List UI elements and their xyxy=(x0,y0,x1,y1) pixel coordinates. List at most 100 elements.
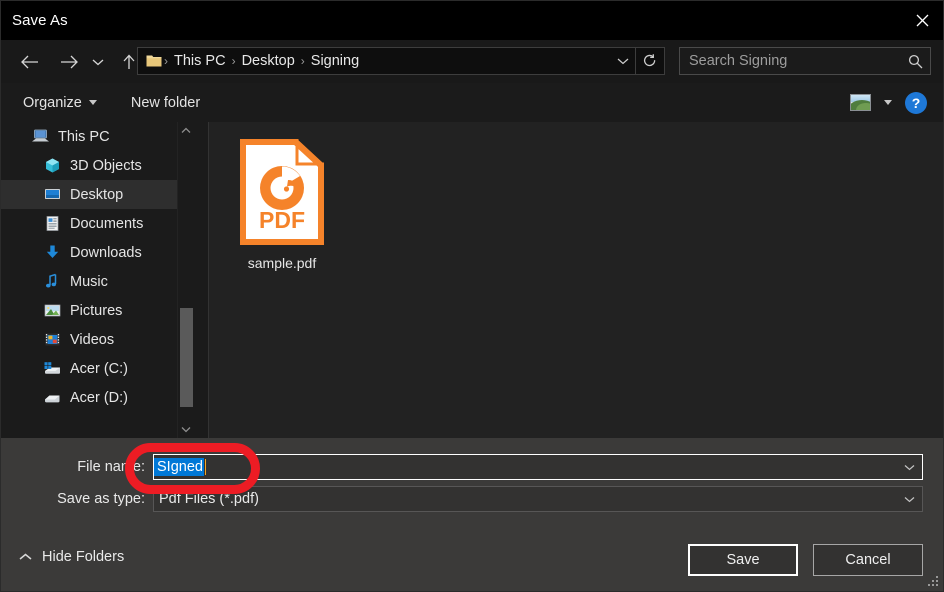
downloads-icon xyxy=(43,244,62,261)
svg-text:PDF: PDF xyxy=(259,207,305,233)
dialog-body: This PC 3D Objects Desktop Documents Dow… xyxy=(1,122,943,438)
arrow-up-icon xyxy=(123,54,135,69)
back-button[interactable] xyxy=(13,47,45,77)
sidebar-item-downloads[interactable]: Downloads xyxy=(1,238,177,267)
address-dropdown-button[interactable] xyxy=(611,48,635,74)
chevron-down-icon xyxy=(904,464,914,470)
refresh-button[interactable] xyxy=(635,48,664,74)
address-bar[interactable]: › This PC › Desktop › Signing xyxy=(137,47,665,75)
sidebar-item-pictures[interactable]: Pictures xyxy=(1,296,177,325)
sidebar-item-label: Music xyxy=(70,273,108,290)
local-disk-c-icon xyxy=(43,360,62,377)
sidebar-item-this-pc[interactable]: This PC xyxy=(1,122,177,151)
command-bar-right-group: ? xyxy=(845,83,943,122)
sidebar-item-3d-objects[interactable]: 3D Objects xyxy=(1,151,177,180)
sidebar-item-label: Acer (D:) xyxy=(70,389,128,406)
hide-folders-button[interactable]: Hide Folders xyxy=(19,549,124,565)
sidebar-item-documents[interactable]: Documents xyxy=(1,209,177,238)
file-name-label: sample.pdf xyxy=(247,255,317,271)
breadcrumb-separator: › xyxy=(231,54,236,68)
search-box[interactable] xyxy=(679,47,931,75)
scroll-up-button[interactable] xyxy=(178,122,194,139)
chevron-down-icon xyxy=(904,496,914,502)
file-name-value: SIgned xyxy=(154,458,204,476)
sidebar-item-desktop[interactable]: Desktop xyxy=(1,180,177,209)
breadcrumb-this-pc[interactable]: This PC xyxy=(170,53,230,69)
organize-button[interactable]: Organize xyxy=(14,90,106,116)
arrow-right-icon xyxy=(60,55,78,68)
chevron-down-icon xyxy=(92,59,104,65)
chevron-up-icon xyxy=(181,127,191,133)
desktop-icon xyxy=(43,186,62,203)
file-name-dropdown-button[interactable] xyxy=(896,455,922,479)
close-icon xyxy=(916,14,928,27)
file-list[interactable]: PDF sample.pdf xyxy=(209,122,943,438)
title-bar: Save As xyxy=(1,1,943,40)
breadcrumb-signing[interactable]: Signing xyxy=(307,53,363,69)
save-as-type-label: Save as type: xyxy=(57,491,145,507)
scroll-down-button[interactable] xyxy=(178,421,194,438)
command-bar: Organize New folder ? xyxy=(1,83,943,122)
pictures-icon xyxy=(43,302,62,319)
save-as-type-value: Pdf Files (*.pdf) xyxy=(159,491,259,507)
chevron-down-icon xyxy=(88,100,97,105)
dialog-title: Save As xyxy=(12,12,68,29)
hide-folders-label: Hide Folders xyxy=(42,549,125,565)
file-name-label: File name: xyxy=(77,459,145,475)
new-folder-label: New folder xyxy=(130,94,201,111)
file-name-input[interactable]: SIgned xyxy=(153,454,923,480)
cancel-button[interactable]: Cancel xyxy=(813,544,923,576)
sidebar-item-label: 3D Objects xyxy=(70,157,142,174)
view-options-dropdown-button[interactable] xyxy=(875,90,901,116)
breadcrumb-separator: › xyxy=(164,54,168,68)
close-button[interactable] xyxy=(899,1,943,40)
save-options-pane: File name: SIgned Save as type: Pdf File… xyxy=(1,438,943,591)
pdf-file-icon: PDF xyxy=(236,136,328,248)
chevron-down-icon xyxy=(617,58,629,65)
help-label: ? xyxy=(911,94,921,111)
sidebar-item-label: Documents xyxy=(70,215,144,232)
text-cursor xyxy=(204,459,206,475)
sidebar-item-label: Videos xyxy=(70,331,115,348)
folder-icon xyxy=(146,55,162,67)
search-input[interactable] xyxy=(680,52,900,70)
new-folder-button[interactable]: New folder xyxy=(122,90,209,116)
save-button[interactable]: Save xyxy=(688,544,798,576)
sidebar-item-videos[interactable]: Videos xyxy=(1,325,177,354)
navigation-pane-scrollbar[interactable] xyxy=(177,122,194,438)
save-as-type-row: Save as type: Pdf Files (*.pdf) xyxy=(1,486,943,512)
sidebar-item-acer-c[interactable]: Acer (C:) xyxy=(1,354,177,383)
sidebar-item-label: This PC xyxy=(58,128,110,145)
change-view-button[interactable] xyxy=(845,90,875,116)
resize-grip-icon[interactable] xyxy=(927,575,940,588)
sidebar-item-label: Acer (C:) xyxy=(70,360,128,377)
save-button-label: Save xyxy=(726,552,760,568)
chevron-up-icon xyxy=(19,553,32,560)
search-icon xyxy=(900,54,930,69)
chevron-down-icon xyxy=(181,427,191,433)
help-button[interactable]: ? xyxy=(905,91,927,114)
sidebar-item-label: Desktop xyxy=(70,186,124,203)
arrow-left-icon xyxy=(20,55,38,68)
scrollbar-thumb[interactable] xyxy=(180,308,193,407)
local-disk-d-icon xyxy=(43,389,62,406)
cancel-button-label: Cancel xyxy=(845,552,891,568)
save-as-type-dropdown-button[interactable] xyxy=(896,487,922,511)
recent-locations-button[interactable] xyxy=(87,47,109,77)
documents-icon xyxy=(43,215,62,232)
breadcrumb-separator: › xyxy=(300,54,305,68)
music-icon xyxy=(43,273,62,290)
chevron-down-icon xyxy=(884,100,892,105)
save-as-type-select[interactable]: Pdf Files (*.pdf) xyxy=(153,486,923,512)
organize-label: Organize xyxy=(23,94,82,111)
this-pc-icon xyxy=(31,128,50,145)
navigation-pane: This PC 3D Objects Desktop Documents Dow… xyxy=(1,122,177,438)
forward-button[interactable] xyxy=(53,47,85,77)
save-as-dialog: Save As › This PC › Desktop › Signing Se… xyxy=(0,0,944,592)
breadcrumb-desktop[interactable]: Desktop xyxy=(238,53,299,69)
sidebar-item-music[interactable]: Music xyxy=(1,267,177,296)
sidebar-item-acer-d[interactable]: Acer (D:) xyxy=(1,383,177,412)
3d-objects-icon xyxy=(43,157,62,174)
list-item[interactable]: PDF sample.pdf xyxy=(229,132,335,271)
videos-icon xyxy=(43,331,62,348)
